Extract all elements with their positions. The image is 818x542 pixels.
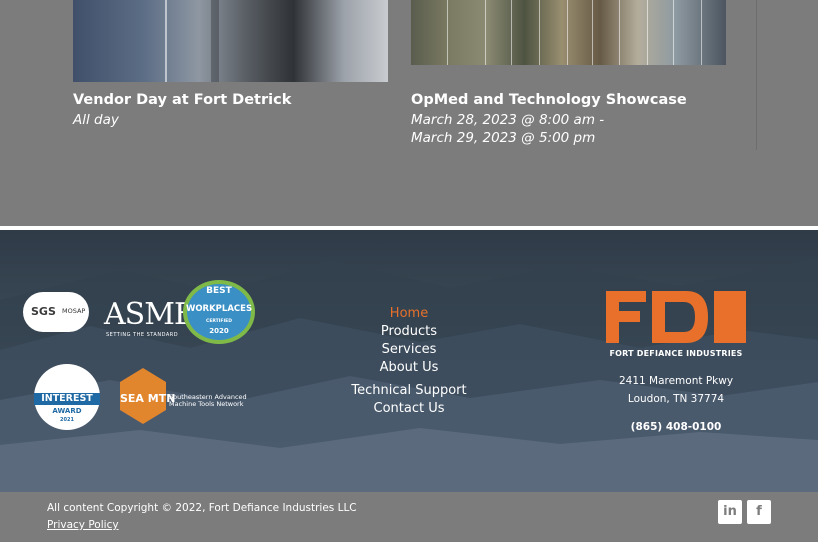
interest-award-line1: INTEREST bbox=[41, 393, 93, 404]
column-divider bbox=[756, 0, 757, 150]
footer-nav-services[interactable]: Services bbox=[339, 342, 479, 357]
seamtn-logo-text: SEA MTN bbox=[120, 392, 176, 405]
events-section: Vendor Day at Fort Detrick All day OpMed… bbox=[0, 0, 818, 226]
event-image-vendor-day[interactable] bbox=[73, 0, 388, 82]
company-phone[interactable]: (865) 408-0100 bbox=[606, 421, 746, 433]
event-date-start-opmed: March 28, 2023 @ 8:00 am - bbox=[411, 112, 605, 128]
footer-nav-products[interactable]: Products bbox=[339, 324, 479, 339]
event-date-end-opmed: March 29, 2023 @ 5:00 pm bbox=[411, 130, 596, 146]
interest-award-badge: INTEREST AWARD 2021 bbox=[34, 364, 100, 430]
facebook-icon[interactable]: f bbox=[747, 500, 771, 524]
footer-nav-home[interactable]: Home bbox=[339, 306, 479, 321]
copyright-text: All content Copyright © 2022, Fort Defia… bbox=[47, 502, 357, 514]
asme-logo: ASME bbox=[104, 297, 196, 332]
best-workplaces-line2: WORKPLACES bbox=[185, 304, 253, 314]
best-workplaces-line1: BEST bbox=[206, 286, 232, 296]
company-name: FORT DEFIANCE INDUSTRIES bbox=[609, 349, 743, 358]
footer-bottom-bar: All content Copyright © 2022, Fort Defia… bbox=[0, 492, 818, 542]
event-title-vendor-day[interactable]: Vendor Day at Fort Detrick bbox=[73, 92, 291, 108]
linkedin-icon[interactable]: in bbox=[718, 500, 742, 524]
fdi-logo-icon[interactable] bbox=[606, 291, 746, 343]
privacy-policy-link[interactable]: Privacy Policy bbox=[47, 519, 119, 531]
asme-tagline: SETTING THE STANDARD bbox=[106, 332, 179, 338]
company-address-line2: Loudon, TN 37774 bbox=[627, 393, 725, 405]
footer: SGS MOSAP ASME SETTING THE STANDARD BEST… bbox=[0, 230, 818, 492]
event-title-opmed[interactable]: OpMed and Technology Showcase bbox=[411, 92, 687, 108]
seamtn-line2: Machine Tools Network bbox=[169, 400, 244, 408]
best-workplaces-line3: CERTIFIED bbox=[206, 319, 232, 324]
footer-nav-contact[interactable]: Contact Us bbox=[339, 401, 479, 416]
event-date-vendor-day: All day bbox=[73, 112, 119, 128]
interest-award-year: 2021 bbox=[60, 417, 74, 423]
best-workplaces-year: 2020 bbox=[209, 327, 229, 335]
event-image-opmed[interactable] bbox=[411, 0, 726, 65]
footer-nav-about[interactable]: About Us bbox=[339, 360, 479, 375]
sgs-badge-text: SGS bbox=[31, 305, 56, 318]
footer-nav-support[interactable]: Technical Support bbox=[339, 383, 479, 398]
best-workplaces-badge: BEST WORKPLACES CERTIFIED 2020 bbox=[183, 280, 255, 344]
interest-award-line2: AWARD bbox=[52, 407, 82, 415]
sgs-badge: SGS MOSAP bbox=[23, 292, 89, 332]
sgs-badge-sub: MOSAP bbox=[62, 307, 86, 315]
company-address-line1: 2411 Maremont Pkwy bbox=[618, 375, 734, 387]
